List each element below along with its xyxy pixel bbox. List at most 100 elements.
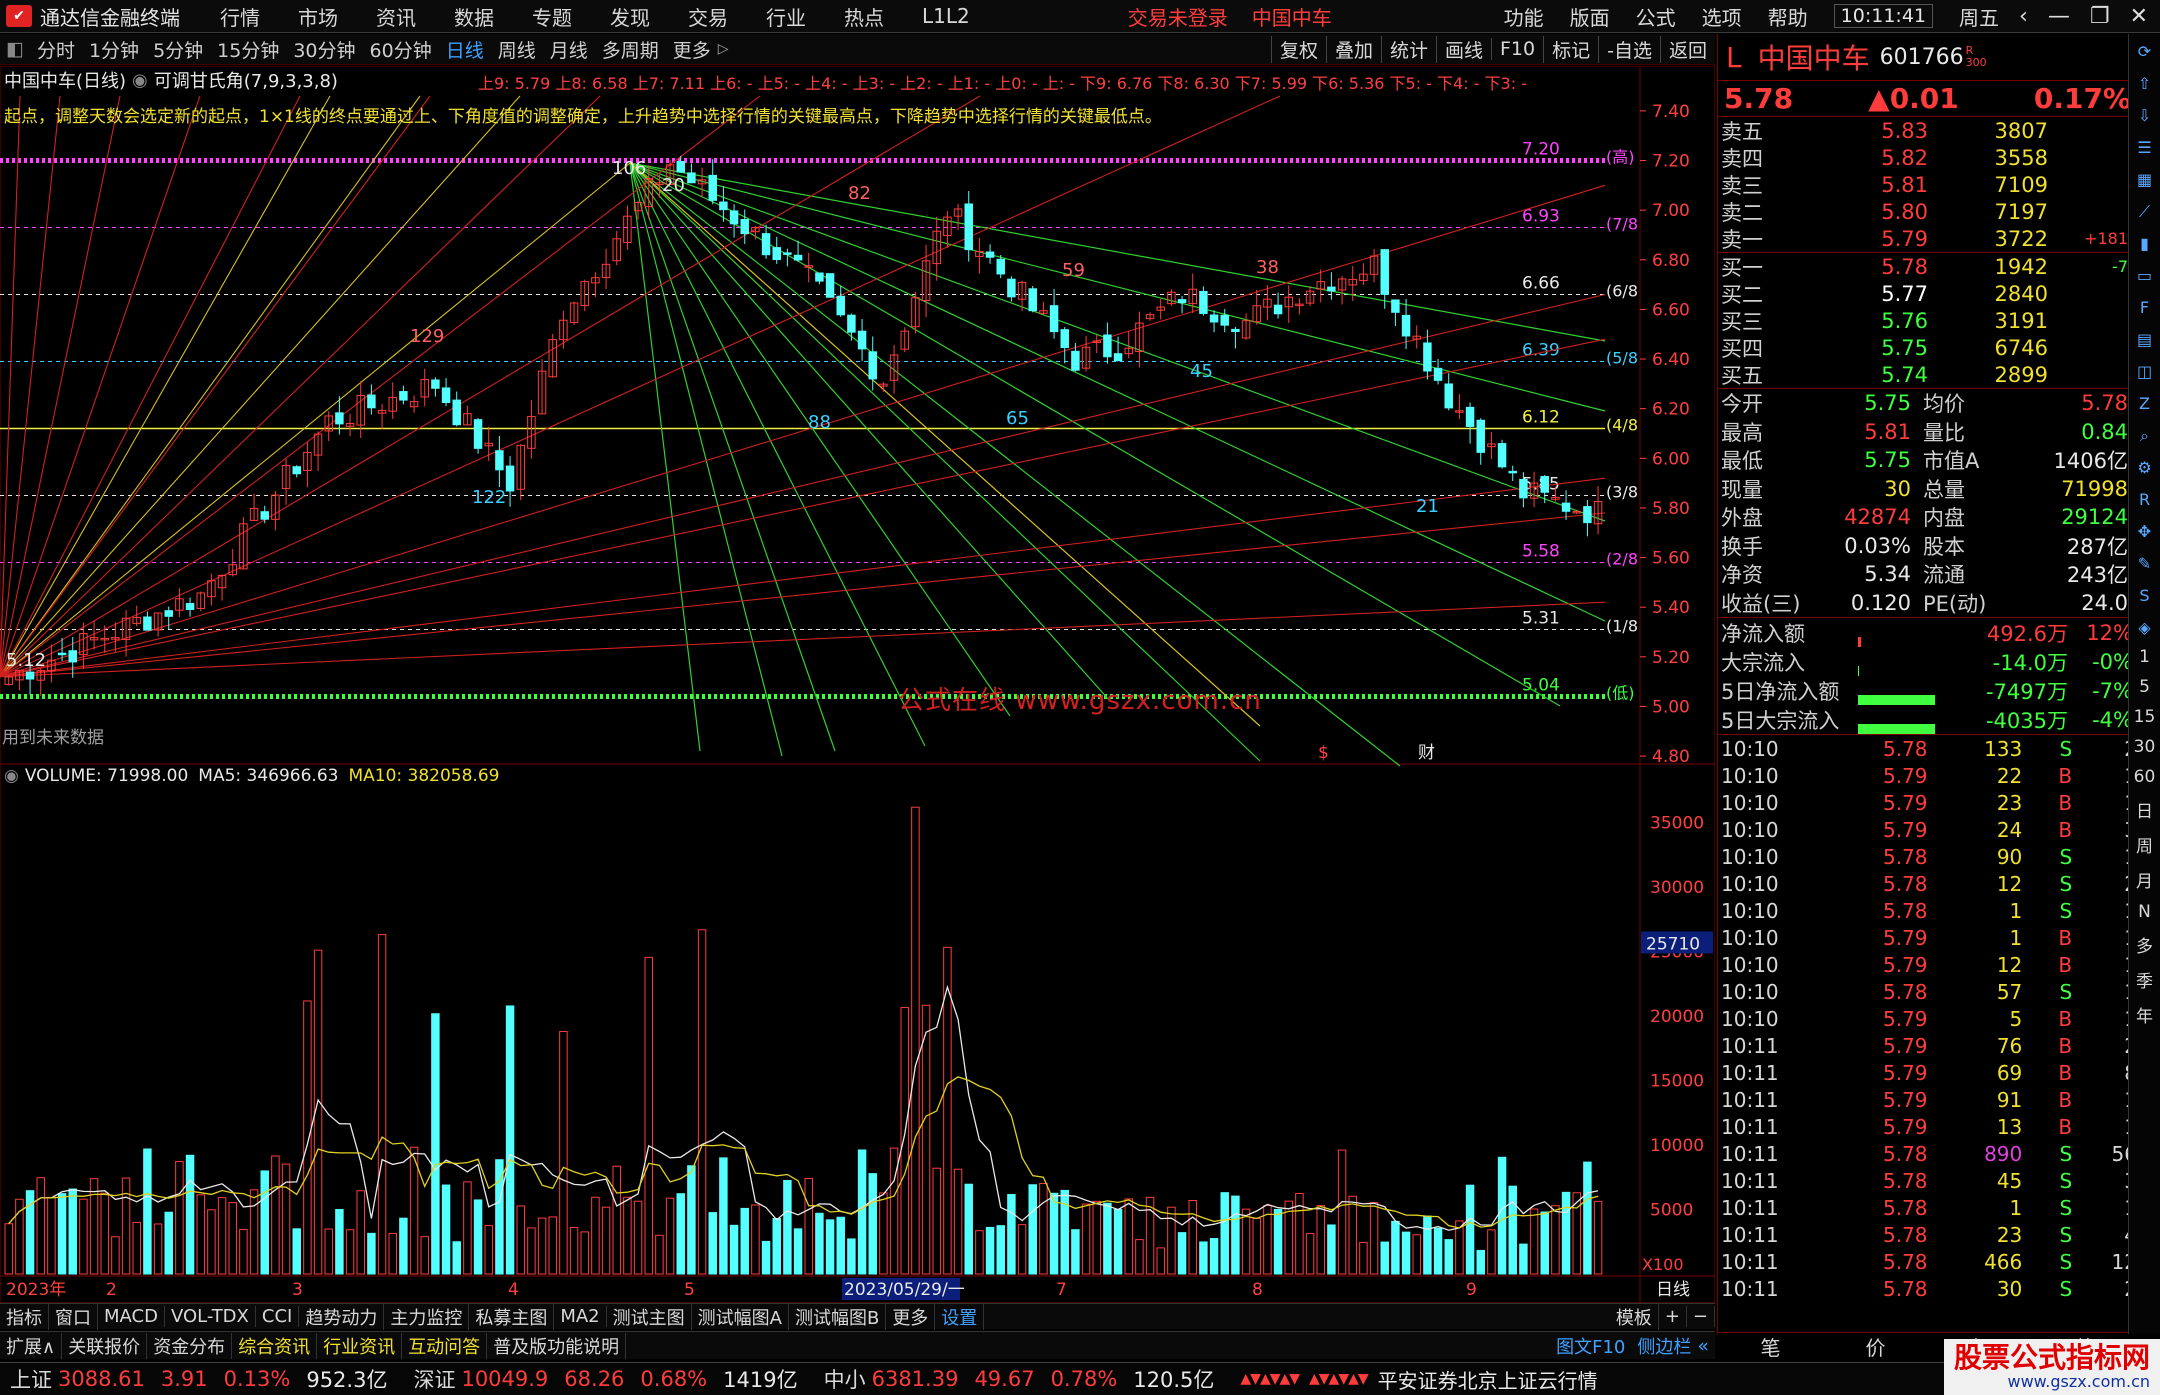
indicator-right-button-0[interactable]: 模板: [1610, 1303, 1659, 1330]
indicator-tab-10[interactable]: 测试幅图A: [692, 1303, 789, 1330]
menu-item-0[interactable]: 行情: [220, 2, 260, 31]
table-icon[interactable]: ▤: [2132, 327, 2158, 353]
index-name[interactable]: 中小: [824, 1364, 866, 1394]
menu-item-6[interactable]: 交易: [688, 2, 728, 31]
indicator-name[interactable]: 可调甘氏角(7,9,3,3,8): [154, 67, 338, 93]
right-menu-item-2[interactable]: 公式: [1636, 2, 1676, 31]
period-tab-8[interactable]: 月线: [543, 36, 595, 63]
indicator-tab-13[interactable]: 设置: [935, 1303, 985, 1330]
list-icon[interactable]: ☰: [2132, 135, 2158, 161]
volume-dropdown-icon[interactable]: ◉: [4, 766, 19, 786]
extension-tab-3[interactable]: 综合资讯: [232, 1332, 318, 1359]
sidebar-collapse-icon[interactable]: «: [1697, 1335, 1709, 1357]
layers-icon[interactable]: ◈: [2132, 615, 2158, 641]
chart-tool-button-1[interactable]: 叠加: [1325, 35, 1381, 63]
current-stock-link[interactable]: 中国中车: [1252, 2, 1332, 31]
collapse-icon[interactable]: ◧: [6, 38, 24, 60]
extension-tab-2[interactable]: 资金分布: [147, 1332, 233, 1359]
extension-tab-5[interactable]: 互动问答: [402, 1332, 488, 1359]
indicator-right-button-1[interactable]: +: [1659, 1306, 1687, 1327]
period-tab-3[interactable]: 15分钟: [210, 36, 286, 63]
ask-row[interactable]: 卖五 5.83 3807: [1718, 117, 2137, 144]
side-period-2[interactable]: 15: [2132, 707, 2158, 727]
side-period-8[interactable]: N: [2132, 902, 2158, 922]
f10-icon[interactable]: F: [2132, 295, 2158, 321]
right-menu-item-3[interactable]: 选项: [1702, 2, 1742, 31]
up-arrow-icon[interactable]: ⇧: [2132, 71, 2158, 97]
close-icon[interactable]: ✕: [2130, 4, 2148, 29]
ask-row[interactable]: 卖一 5.79 3722 +181: [1718, 225, 2137, 252]
menu-item-3[interactable]: 数据: [454, 2, 494, 31]
window-icon[interactable]: ▭: [2132, 263, 2158, 289]
ask-row[interactable]: 卖四 5.82 3558: [1718, 144, 2137, 171]
back-icon[interactable]: ‹: [2019, 4, 2028, 29]
chart-tool-button-6[interactable]: -自选: [1598, 35, 1660, 63]
menu-item-9[interactable]: L1L2: [922, 4, 970, 28]
side-period-6[interactable]: 周: [2132, 832, 2158, 857]
tick-tab-1[interactable]: 价: [1866, 1332, 1886, 1361]
indicator-tab-4[interactable]: CCI: [256, 1306, 300, 1327]
grid-icon[interactable]: ▦: [2132, 167, 2158, 193]
indicator-tab-2[interactable]: MACD: [98, 1306, 165, 1327]
right-menu-item-0[interactable]: 功能: [1504, 2, 1544, 31]
settings-icon[interactable]: ⚙: [2132, 455, 2158, 481]
index-name[interactable]: 深证: [413, 1364, 455, 1394]
period-tab-9[interactable]: 多周期: [595, 36, 666, 63]
side-period-5[interactable]: 日: [2132, 797, 2158, 822]
kline-chart[interactable]: 7.40 7.20 7.00 6.80 6.60 6.40 6.20 6.00 5.80 5.60…: [0, 66, 1715, 1303]
period-tab-4[interactable]: 30分钟: [286, 36, 362, 63]
chart-tool-button-3[interactable]: 画线: [1435, 35, 1491, 63]
menu-item-8[interactable]: 热点: [844, 2, 884, 31]
f10-side-link[interactable]: 图文F10: [1550, 1333, 1631, 1359]
indicator-tab-7[interactable]: 私募主图: [469, 1303, 555, 1330]
bid-row[interactable]: 买三 5.76 3191: [1718, 307, 2137, 334]
tick-tab-0[interactable]: 笔: [1761, 1332, 1781, 1361]
side-period-11[interactable]: 年: [2132, 1002, 2158, 1027]
rsi-icon[interactable]: R: [2132, 487, 2158, 513]
menu-item-5[interactable]: 发现: [610, 2, 650, 31]
menu-item-1[interactable]: 市场: [298, 2, 338, 31]
refresh-icon[interactable]: ⟳: [2132, 39, 2158, 65]
period-tab-6[interactable]: 日线: [439, 36, 491, 63]
extension-tab-4[interactable]: 行业资讯: [317, 1332, 403, 1359]
indicator-tab-0[interactable]: 指标: [0, 1303, 49, 1330]
indicator-right-button-2[interactable]: −: [1687, 1306, 1715, 1327]
period-tab-10[interactable]: 更多: [666, 36, 718, 63]
indicator-tab-3[interactable]: VOL-TDX: [165, 1306, 256, 1327]
tick-list[interactable]: 10:105.78133S210:105.7922B110:105.7923B1…: [1718, 734, 2137, 1302]
fs-icon[interactable]: S: [2132, 583, 2158, 609]
side-period-7[interactable]: 月: [2132, 867, 2158, 892]
period-tab-0[interactable]: 分时: [30, 36, 82, 63]
line-chart-icon[interactable]: ⟋: [2132, 199, 2158, 225]
indicator-tab-1[interactable]: 窗口: [49, 1303, 98, 1330]
candle-icon[interactable]: ▮: [2132, 231, 2158, 257]
chart-tool-button-4[interactable]: F10: [1491, 38, 1543, 60]
extension-tab-0[interactable]: 扩展∧: [0, 1332, 63, 1359]
chart-tool-button-2[interactable]: 统计: [1380, 35, 1436, 63]
bid-row[interactable]: 买一 5.78 1942 -7: [1718, 253, 2137, 280]
sidebar-toggle[interactable]: 侧边栏: [1631, 1333, 1697, 1359]
chart-icon[interactable]: ◫: [2132, 359, 2158, 385]
extension-tab-6[interactable]: 普及版功能说明: [487, 1332, 627, 1359]
right-menu-item-4[interactable]: 帮助: [1768, 2, 1808, 31]
period-tab-7[interactable]: 周线: [491, 36, 543, 63]
down-arrow-icon[interactable]: ⇩: [2132, 103, 2158, 129]
pen-icon[interactable]: ✎: [2132, 551, 2158, 577]
indicator-tab-6[interactable]: 主力监控: [384, 1303, 470, 1330]
side-period-10[interactable]: 季: [2132, 967, 2158, 992]
bid-row[interactable]: 买四 5.75 6746: [1718, 334, 2137, 361]
restore-icon[interactable]: ❐: [2090, 4, 2110, 29]
ask-row[interactable]: 卖二 5.80 7197: [1718, 198, 2137, 225]
index-name[interactable]: 上证: [10, 1364, 52, 1394]
side-period-3[interactable]: 30: [2132, 737, 2158, 757]
menu-item-7[interactable]: 行业: [766, 2, 806, 31]
extension-tab-1[interactable]: 关联报价: [62, 1332, 148, 1359]
menu-item-2[interactable]: 资讯: [376, 2, 416, 31]
bid-row[interactable]: 买二 5.77 2840: [1718, 280, 2137, 307]
menu-item-4[interactable]: 专题: [532, 2, 572, 31]
move-icon[interactable]: ✥: [2132, 519, 2158, 545]
indicator-dropdown-icon[interactable]: ◉: [132, 70, 148, 91]
indicator-tab-8[interactable]: MA2: [554, 1306, 607, 1327]
period-tab-2[interactable]: 5分钟: [146, 36, 210, 63]
period-tab-1[interactable]: 1分钟: [82, 36, 146, 63]
